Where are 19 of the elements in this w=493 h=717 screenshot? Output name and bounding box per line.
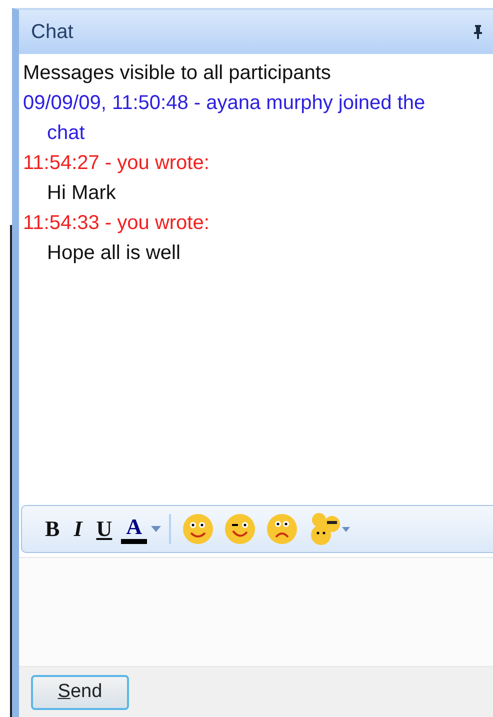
message-text: Hi Mark xyxy=(46,181,117,206)
notice-text: Messages visible to all participants xyxy=(23,61,332,86)
bold-button[interactable]: B xyxy=(40,511,65,547)
caret-icon[interactable] xyxy=(151,526,162,532)
sad-face-icon xyxy=(266,513,298,545)
emoticons-icon xyxy=(308,512,352,546)
send-button[interactable]: Send xyxy=(31,674,129,710)
panel-title: Chat xyxy=(31,20,74,44)
message-header: 11:54:27 - you wrote: xyxy=(23,151,210,176)
wink-icon xyxy=(224,513,256,545)
message-text: Hope all is well xyxy=(46,241,182,266)
color-button[interactable]: A xyxy=(121,514,148,544)
message-header: 11:54:33 - you wrote: xyxy=(23,211,210,236)
smiley-icon xyxy=(182,513,214,545)
italic-button[interactable]: I xyxy=(68,511,88,547)
event-message: 09/09/09, 11:50:48 - ayana murphy joined the chat xyxy=(23,91,426,146)
underline-button[interactable]: U xyxy=(91,511,118,547)
message-input[interactable] xyxy=(19,557,493,667)
pin-icon[interactable] xyxy=(473,25,483,39)
